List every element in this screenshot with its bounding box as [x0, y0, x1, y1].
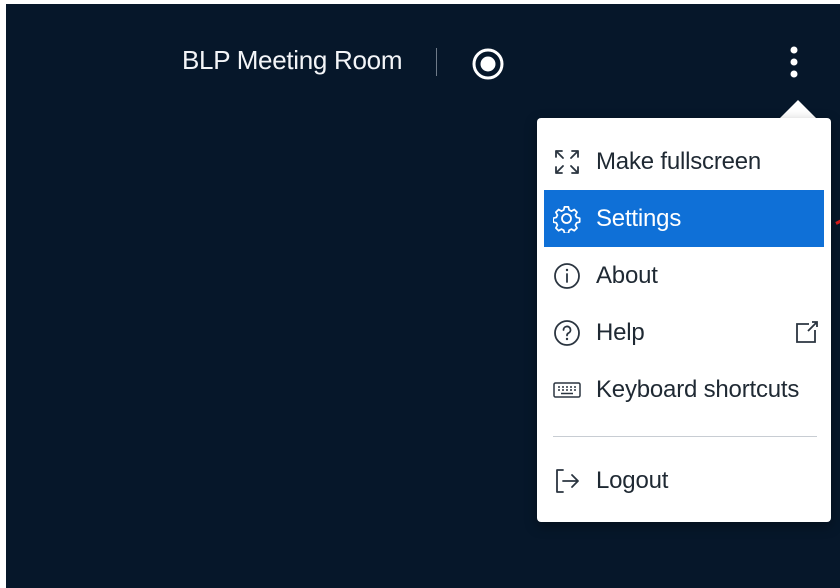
- keyboard-icon: [550, 373, 584, 407]
- gear-icon: [550, 202, 584, 236]
- external-link-icon: [796, 321, 818, 343]
- menu-item-label: Make fullscreen: [596, 147, 762, 175]
- options-menu-button[interactable]: [776, 40, 812, 84]
- record-icon: [472, 48, 504, 80]
- logout-icon: [550, 464, 584, 498]
- menu-item-label: Settings: [596, 204, 682, 232]
- meeting-app: BLP Meeting Room Make fullscreen Setting…: [6, 4, 840, 588]
- menu-item-about[interactable]: About: [544, 247, 824, 304]
- options-dropdown-menu: Make fullscreen Settings About Help Keyb…: [537, 118, 831, 522]
- menu-arrow: [780, 100, 816, 118]
- info-icon: [550, 259, 584, 293]
- menu-item-keyboard-shortcuts[interactable]: Keyboard shortcuts: [544, 361, 824, 418]
- menu-item-label: Logout: [596, 466, 669, 494]
- menu-item-label: Help: [596, 318, 645, 346]
- menu-item-label: About: [596, 261, 658, 289]
- menu-item-make-fullscreen[interactable]: Make fullscreen: [544, 133, 824, 190]
- menu-item-label: Keyboard shortcuts: [596, 375, 800, 403]
- annotation-pointer-line: [835, 214, 840, 225]
- record-button[interactable]: [470, 46, 506, 82]
- meeting-room-title: BLP Meeting Room: [182, 45, 403, 75]
- help-icon: [550, 316, 584, 350]
- menu-item-settings[interactable]: Settings: [544, 190, 824, 247]
- header-separator: [436, 48, 437, 76]
- menu-divider: [553, 436, 817, 437]
- more-vertical-icon: [790, 46, 798, 78]
- menu-item-help[interactable]: Help: [544, 304, 824, 361]
- menu-item-logout[interactable]: Logout: [544, 452, 824, 509]
- fullscreen-icon: [550, 145, 584, 179]
